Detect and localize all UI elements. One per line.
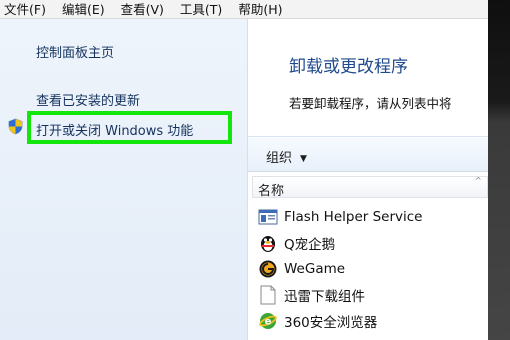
program-name: WeGame xyxy=(284,261,346,277)
organize-button[interactable]: 组织 ▼ xyxy=(266,147,307,166)
program-list: Flash Helper Service Q宠企鹅 WeGame 迅雷下载组件 … xyxy=(252,204,488,334)
page-title: 卸载或更改程序 xyxy=(289,57,408,77)
360-browser-icon: e xyxy=(257,310,279,332)
program-row[interactable]: e 360安全浏览器 xyxy=(252,308,488,334)
view-installed-updates-link[interactable]: 查看已安装的更新 xyxy=(36,90,140,109)
menu-edit[interactable]: 编辑(E) xyxy=(52,0,111,19)
column-header-name[interactable]: ^ 名称 xyxy=(252,176,488,199)
menu-file[interactable]: 文件(F) xyxy=(0,0,52,19)
column-header-label: 名称 xyxy=(258,184,285,199)
menu-help[interactable]: 帮助(H) xyxy=(228,0,288,19)
shield-icon xyxy=(8,118,23,135)
background-window-edge xyxy=(488,0,510,340)
program-name: Flash Helper Service xyxy=(284,209,423,225)
control-panel-home-link[interactable]: 控制面板主页 xyxy=(36,42,114,61)
menu-bar: 文件(F) 编辑(E) 查看(V) 工具(T) 帮助(H) xyxy=(0,0,510,19)
qq-penguin-icon xyxy=(257,232,279,254)
toolbar: 组织 ▼ xyxy=(248,136,488,172)
dropdown-arrow-icon: ▼ xyxy=(300,154,307,164)
wegame-icon xyxy=(257,258,279,280)
program-row[interactable]: WeGame xyxy=(252,256,488,282)
menu-tools[interactable]: 工具(T) xyxy=(170,0,228,19)
program-row[interactable]: Flash Helper Service xyxy=(252,204,488,230)
main-pane: 卸载或更改程序 若要卸载程序，请从列表中将 组织 ▼ ^ 名称 Flash Hel… xyxy=(248,19,488,340)
program-name: 360安全浏览器 xyxy=(284,315,378,331)
task-pane: 控制面板主页 查看已安装的更新 打开或关闭 Windows 功能 xyxy=(0,19,248,340)
program-row[interactable]: Q宠企鹅 xyxy=(252,230,488,256)
svg-text:e: e xyxy=(265,317,272,328)
document-icon xyxy=(257,284,279,306)
turn-windows-features-link[interactable]: 打开或关闭 Windows 功能 xyxy=(36,120,193,139)
program-name: 迅雷下载组件 xyxy=(284,289,365,305)
program-name: Q宠企鹅 xyxy=(284,237,336,253)
program-row[interactable]: 迅雷下载组件 xyxy=(252,282,488,308)
menu-view[interactable]: 查看(V) xyxy=(111,0,170,19)
organize-label: 组织 xyxy=(266,151,293,166)
sort-ascending-icon: ^ xyxy=(475,176,482,185)
page-description: 若要卸载程序，请从列表中将 xyxy=(289,96,452,111)
flash-helper-icon xyxy=(257,206,279,228)
